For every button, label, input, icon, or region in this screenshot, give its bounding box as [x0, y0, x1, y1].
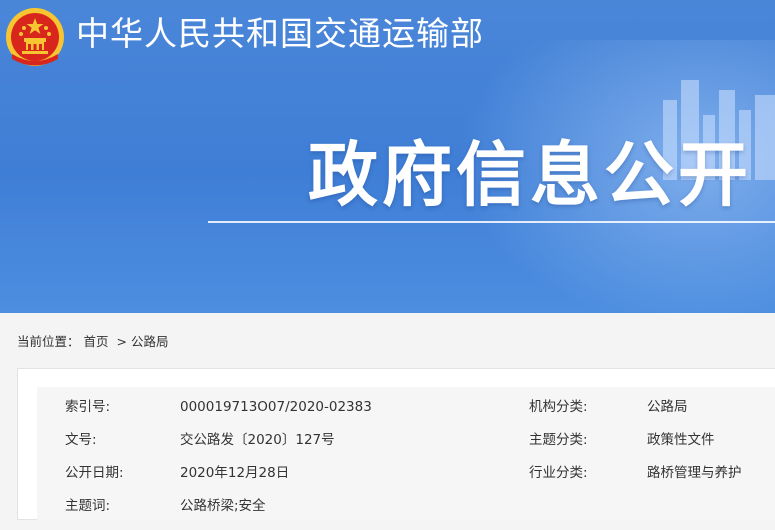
info-value: 交公路发〔2020〕127号	[180, 432, 335, 448]
info-label: 索引号:	[65, 399, 111, 415]
title-underline	[208, 221, 775, 223]
breadcrumb-current[interactable]: 公路局	[131, 334, 169, 349]
national-emblem-icon	[6, 8, 64, 66]
info-value: 路桥管理与养护	[647, 465, 742, 481]
info-label: 主题分类:	[529, 432, 588, 448]
info-row: 公开日期: 2020年12月28日 行业分类: 路桥管理与养护	[37, 464, 775, 497]
breadcrumb-home[interactable]: 首页	[84, 334, 109, 349]
info-label: 主题词:	[65, 498, 111, 514]
info-label: 机构分类:	[529, 399, 588, 415]
info-value: 公路桥梁;安全	[180, 498, 266, 514]
breadcrumb-separator: >	[116, 334, 128, 349]
ministry-name[interactable]: 中华人民共和国交通运输部	[76, 14, 484, 54]
info-panel: 索引号: 000019713O07/2020-02383 机构分类: 公路局 文…	[37, 387, 775, 520]
info-value: 2020年12月28日	[180, 465, 290, 481]
info-row: 文号: 交公路发〔2020〕127号 主题分类: 政策性文件	[37, 431, 775, 464]
info-value: 公路局	[647, 399, 688, 415]
breadcrumb-label: 当前位置：	[17, 334, 80, 349]
breadcrumb: 当前位置： 首页 > 公路局	[17, 333, 173, 351]
info-label: 行业分类:	[529, 465, 588, 481]
header-banner: 中华人民共和国交通运输部 政府信息公开	[0, 0, 775, 313]
info-row: 主题词: 公路桥梁;安全	[37, 497, 775, 530]
info-value: 000019713O07/2020-02383	[180, 399, 372, 415]
info-value: 政策性文件	[647, 432, 715, 448]
section-title: 政府信息公开	[308, 134, 752, 216]
info-label: 文号:	[65, 432, 97, 448]
info-label: 公开日期:	[65, 465, 124, 481]
info-row: 索引号: 000019713O07/2020-02383 机构分类: 公路局	[37, 398, 775, 431]
